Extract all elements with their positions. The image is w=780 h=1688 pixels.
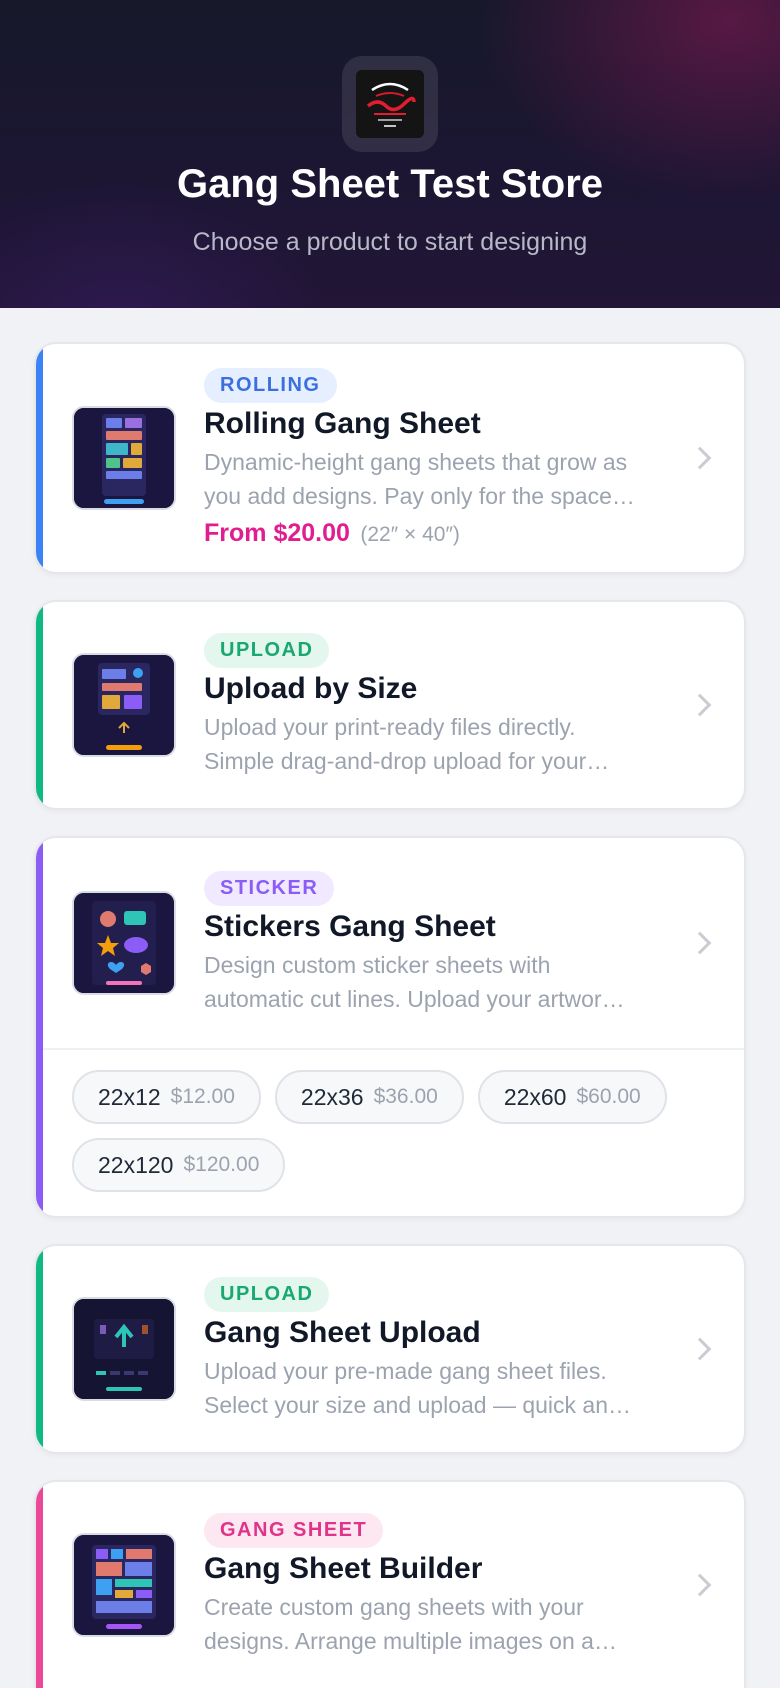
description-line: Simple drag-and-drop upload for your… [204, 747, 610, 774]
product-list: ROLLING Rolling Gang Sheet Dynamic-heigh… [0, 308, 780, 1688]
product-price: From $20.00 [204, 519, 350, 547]
product-title: Upload by Size [204, 671, 418, 705]
store-header: Gang Sheet Test Store Choose a product t… [0, 0, 780, 308]
product-type-badge: STICKER [204, 870, 335, 906]
product-type-badge: GANG SHEET [204, 1512, 384, 1548]
product-card-upload-by-size[interactable]: UPLOAD Upload by Size Upload your print-… [34, 600, 746, 810]
product-thumbnail [72, 406, 176, 510]
product-dimensions: (22″ × 40″) [360, 523, 460, 546]
product-thumbnail [72, 1533, 176, 1637]
size-price: $12.00 [170, 1085, 235, 1108]
description-line: Upload your print-ready files directly. [204, 713, 576, 740]
product-title: Gang Sheet Builder [204, 1551, 483, 1585]
chevron-right-icon [688, 931, 712, 955]
description-line: Upload your pre-made gang sheet files. [204, 1357, 607, 1384]
size-options: 22x12 $12.00 22x36 $36.00 22x60 $60.00 2… [36, 1048, 744, 1214]
product-title: Gang Sheet Upload [204, 1315, 481, 1349]
size-option-22x120[interactable]: 22x120 $120.00 [72, 1138, 286, 1192]
size-option-22x36[interactable]: 22x36 $36.00 [274, 1070, 464, 1124]
product-type-badge: ROLLING [204, 368, 337, 403]
size-price: $36.00 [373, 1085, 438, 1108]
product-card-gang-sheet-upload[interactable]: UPLOAD Gang Sheet Upload Upload your pre… [34, 1244, 746, 1454]
description-line: Dynamic-height gang sheets that grow as [204, 449, 628, 475]
product-description: Design custom sticker sheets with automa… [204, 948, 674, 1016]
product-thumbnail [72, 891, 176, 995]
description-line: designs. Arrange multiple images on a… [204, 1627, 617, 1654]
size-option-22x12[interactable]: 22x12 $12.00 [72, 1070, 261, 1124]
store-logo-icon [356, 70, 424, 138]
product-type-badge: UPLOAD [204, 1276, 330, 1312]
size-price: $120.00 [183, 1153, 260, 1176]
size-price: $60.00 [576, 1085, 641, 1108]
chevron-right-icon [688, 693, 712, 717]
product-card-gang-sheet-builder[interactable]: GANG SHEET Gang Sheet Builder Create cus… [34, 1480, 746, 1688]
product-description: Upload your pre-made gang sheet files. S… [204, 1354, 674, 1422]
description-line: Select your size and upload — quick an… [204, 1391, 632, 1418]
product-card-rolling[interactable]: ROLLING Rolling Gang Sheet Dynamic-heigh… [34, 342, 746, 574]
size-option-22x60[interactable]: 22x60 $60.00 [477, 1070, 667, 1124]
product-type-badge: UPLOAD [204, 632, 330, 668]
description-line: automatic cut lines. Upload your artwor… [204, 985, 625, 1012]
chevron-right-icon [688, 446, 712, 470]
product-thumbnail [72, 653, 176, 757]
store-title: Gang Sheet Test Store [176, 162, 603, 206]
product-card-stickers[interactable]: STICKER Stickers Gang Sheet Design custo… [34, 836, 746, 1218]
product-description: Create custom gang sheets with your desi… [204, 1590, 674, 1658]
description-line: you add designs. Pay only for the space… [204, 483, 635, 509]
description-line: Design custom sticker sheets with [204, 951, 551, 978]
store-logo-frame [342, 56, 438, 152]
product-thumbnail [72, 1297, 176, 1401]
chevron-right-icon [688, 1337, 712, 1361]
product-description: Dynamic-height gang sheets that grow as … [204, 445, 674, 513]
product-title: Rolling Gang Sheet [204, 407, 481, 440]
product-title: Stickers Gang Sheet [204, 909, 496, 943]
chevron-right-icon [688, 1573, 712, 1597]
size-label: 22x36 [300, 1083, 364, 1110]
product-description: Upload your print-ready files directly. … [204, 710, 674, 778]
store-subtitle: Choose a product to start designing [192, 228, 588, 256]
description-line: Create custom gang sheets with your [204, 1593, 584, 1620]
price-row: From $20.00 (22″ × 40″) [204, 519, 674, 548]
size-label: 22x120 [98, 1151, 174, 1178]
size-label: 22x60 [503, 1083, 567, 1110]
size-label: 22x12 [98, 1083, 161, 1110]
